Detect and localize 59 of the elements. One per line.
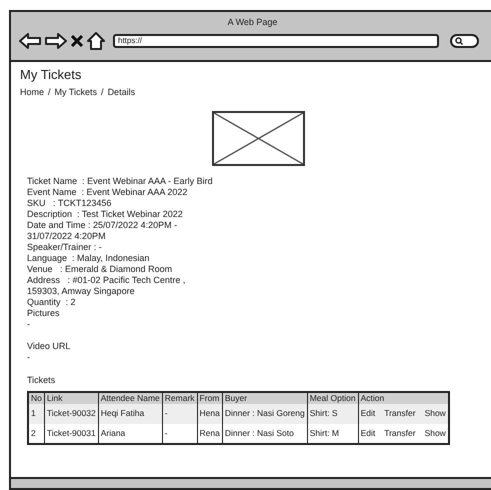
column-header: Link	[44, 392, 98, 404]
table-cell: Heqi Fatiha	[98, 404, 162, 424]
table-cell: Rena	[197, 424, 222, 444]
detail-line: Description : Test Ticket Webinar 2022	[27, 208, 184, 220]
address-field[interactable]: https://	[113, 34, 439, 48]
home-icon[interactable]	[87, 32, 105, 50]
detail-line: Address : #01-02 Pacific Tech Centre ,	[27, 274, 186, 286]
back-icon[interactable]	[19, 32, 41, 48]
action-link[interactable]: Show	[424, 408, 446, 419]
action-link[interactable]: Transfer	[384, 408, 416, 419]
column-header: Action	[358, 392, 449, 404]
detail-line: Venue : Emerald & Diamond Room	[27, 264, 174, 274]
table-cell: 1	[28, 404, 44, 424]
detail-line: Event Name : Event Webinar AAA 2022	[27, 186, 188, 198]
search-field[interactable]	[450, 34, 479, 48]
detail-line: 31/07/2022 4:20PM	[27, 230, 107, 242]
table-cell: Ticket-90031	[44, 424, 98, 444]
table-cell: Shirt: S	[307, 404, 358, 424]
field-value: -	[27, 352, 31, 362]
table-cell: Dinner : Nasi Goreng	[222, 404, 308, 424]
column-header: Attendee Name	[98, 392, 162, 404]
section-heading: Tickets	[27, 374, 56, 386]
column-header: No	[28, 392, 44, 404]
breadcrumb-link[interactable]: Details	[108, 86, 136, 100]
detail-line: SKU : TCKT123456	[27, 198, 112, 208]
table-cell: Ariana	[98, 424, 162, 444]
column-header: Remark	[162, 392, 198, 404]
breadcrumb-link[interactable]: My Tickets	[54, 86, 98, 100]
action-link[interactable]: Show	[424, 428, 446, 438]
action-link[interactable]: Transfer	[384, 428, 416, 438]
table-cell: Shirt: M	[307, 424, 358, 444]
field-label: Pictures	[27, 308, 61, 318]
action-link[interactable]: Edit	[360, 428, 376, 438]
table-cell: -	[162, 424, 198, 444]
action-link[interactable]: Edit	[360, 408, 376, 419]
detail-line: Speaker/Trainer : -	[27, 242, 103, 252]
table-cell: -	[162, 404, 198, 424]
detail-line: Ticket Name : Event Webinar AAA - Early Bird	[27, 176, 214, 186]
table-cell: Ticket-90032	[44, 404, 98, 424]
column-header: Meal Option	[307, 392, 358, 404]
detail-line: Date and Time : 25/07/2022 4:20PM -	[27, 220, 178, 230]
search-icon	[455, 36, 463, 44]
detail-line: 159303, Amway Singapore	[27, 286, 136, 296]
breadcrumb-separator: /	[101, 86, 104, 99]
page-title: My Tickets	[20, 67, 82, 83]
breadcrumb-link[interactable]: Home	[20, 86, 44, 100]
forward-icon[interactable]	[45, 32, 67, 48]
detail-line: Language : Malay, Indonesian	[27, 252, 150, 264]
field-label: Video URL	[27, 340, 72, 352]
column-header: Buyer	[222, 392, 308, 404]
close-icon[interactable]	[71, 34, 83, 46]
table-cell: Hena	[197, 404, 222, 424]
detail-line: Quantity : 2	[27, 296, 77, 308]
column-header: From	[197, 392, 222, 404]
table-cell: Dinner : Nasi Soto	[222, 424, 308, 444]
window-title: A Web Page	[226, 16, 278, 29]
field-value: -	[27, 318, 31, 330]
table-cell: 2	[28, 424, 44, 444]
breadcrumb-separator: /	[48, 86, 51, 99]
